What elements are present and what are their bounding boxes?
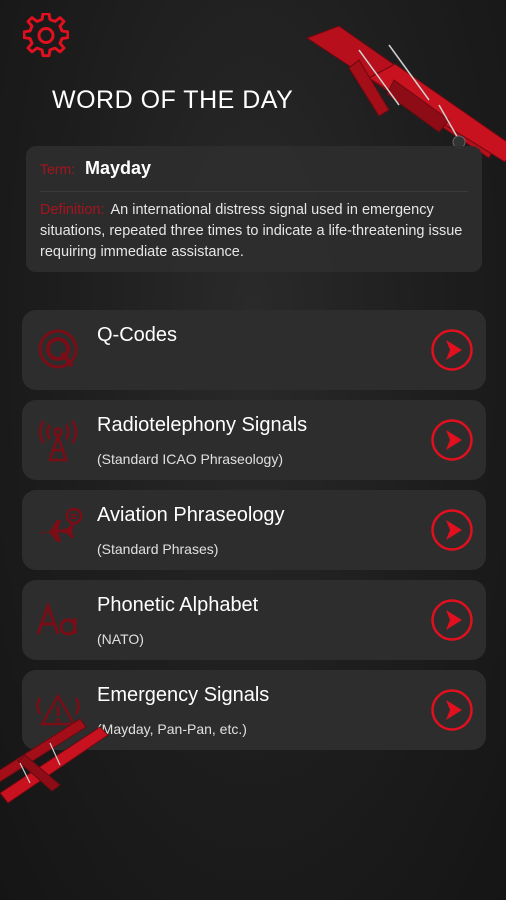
definition-label: Definition: — [40, 202, 105, 218]
menu-item-emergency-signals[interactable]: Emergency Signals (Mayday, Pan-Pan, etc.… — [22, 670, 486, 750]
chevron-right-icon[interactable] — [430, 598, 474, 642]
airplane-chat-icon — [40, 507, 83, 542]
menu-item-subtitle: (Mayday, Pan-Pan, etc.) — [97, 721, 247, 737]
menu-item-aviation-phraseology[interactable]: Aviation Phraseology (Standard Phrases) — [22, 490, 486, 570]
word-of-the-day-card: Term: Mayday Definition: An international… — [26, 146, 482, 272]
category-menu: Q-Codes Radiotelephony Signals (Standard… — [22, 310, 486, 760]
menu-item-phonetic-alphabet[interactable]: Phonetic Alphabet (NATO) — [22, 580, 486, 660]
term-row: Term: Mayday — [40, 158, 468, 179]
alphabet-icon — [36, 601, 77, 636]
card-divider — [40, 191, 468, 192]
menu-item-subtitle: (NATO) — [97, 631, 144, 647]
definition-text: Definition: An international distress sig… — [40, 200, 468, 263]
menu-item-title: Phonetic Alphabet — [97, 594, 259, 616]
q-code-icon — [38, 329, 78, 369]
chevron-right-icon[interactable] — [430, 418, 474, 462]
chevron-right-icon[interactable] — [430, 328, 474, 372]
term-value: Mayday — [85, 158, 152, 178]
radio-tower-icon — [38, 420, 78, 462]
chevron-right-icon[interactable] — [430, 508, 474, 552]
menu-item-q-codes[interactable]: Q-Codes — [22, 310, 486, 390]
menu-item-radiotelephony[interactable]: Radiotelephony Signals (Standard ICAO Ph… — [22, 400, 486, 480]
menu-item-subtitle: (Standard Phrases) — [97, 541, 219, 557]
menu-item-title: Radiotelephony Signals — [97, 414, 308, 436]
menu-item-title: Q-Codes — [97, 324, 178, 346]
gear-icon — [23, 13, 69, 58]
word-of-the-day-heading: WORD OF THE DAY — [52, 86, 294, 114]
menu-item-title: Emergency Signals — [97, 684, 270, 706]
menu-item-subtitle: (Standard ICAO Phraseology) — [97, 451, 283, 467]
term-label: Term: — [40, 161, 75, 177]
chevron-right-icon[interactable] — [430, 688, 474, 732]
warning-icon — [36, 693, 80, 726]
menu-item-title: Aviation Phraseology — [97, 504, 285, 526]
settings-button[interactable] — [22, 12, 70, 60]
